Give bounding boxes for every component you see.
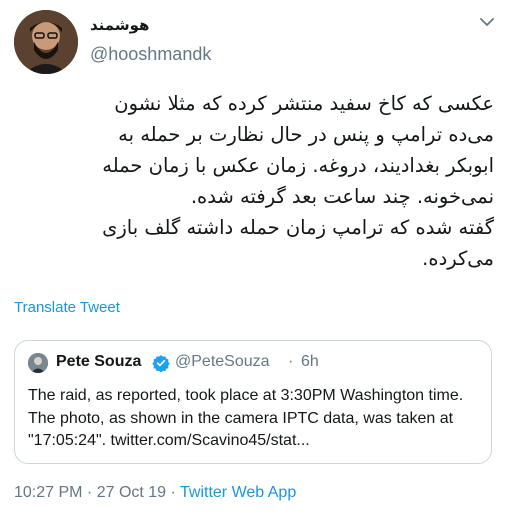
quoted-timestamp[interactable]: 6h: [301, 353, 319, 371]
quoted-avatar-photo: [28, 353, 48, 373]
translate-tweet-link[interactable]: Translate Tweet: [14, 299, 120, 316]
chevron-down-icon[interactable]: [479, 16, 495, 28]
avatar[interactable]: [14, 10, 78, 74]
tweet: هوشمند @hooshmandk عکسی که کاخ سفید منتش…: [0, 0, 508, 520]
quoted-display-name: Pete Souza: [56, 353, 142, 370]
quoted-username: @PeteSouza: [175, 353, 270, 370]
author-display-name[interactable]: هوشمند: [90, 16, 170, 34]
quoted-tweet-text: The raid, as reported, took place at 3:3…: [28, 387, 464, 449]
quoted-avatar[interactable]: [28, 353, 48, 373]
tweet-text: عکسی که کاخ سفید منتشر کرده که مثلا نشون…: [102, 92, 494, 270]
tweet-timestamp[interactable]: 10:27 PM · 27 Oct 19 ·: [14, 484, 180, 501]
avatar-photo: [14, 10, 78, 74]
author-username[interactable]: @hooshmandk: [90, 44, 211, 65]
tweet-metadata: 10:27 PM · 27 Oct 19 · Twitter Web App: [14, 484, 296, 502]
quoted-tweet-card[interactable]: Pete Souza @PeteSouza · 6h The raid, as …: [14, 340, 492, 464]
quoted-separator: ·: [288, 353, 294, 370]
verified-badge-icon: [152, 355, 170, 372]
tweet-source-link[interactable]: Twitter Web App: [180, 484, 296, 501]
